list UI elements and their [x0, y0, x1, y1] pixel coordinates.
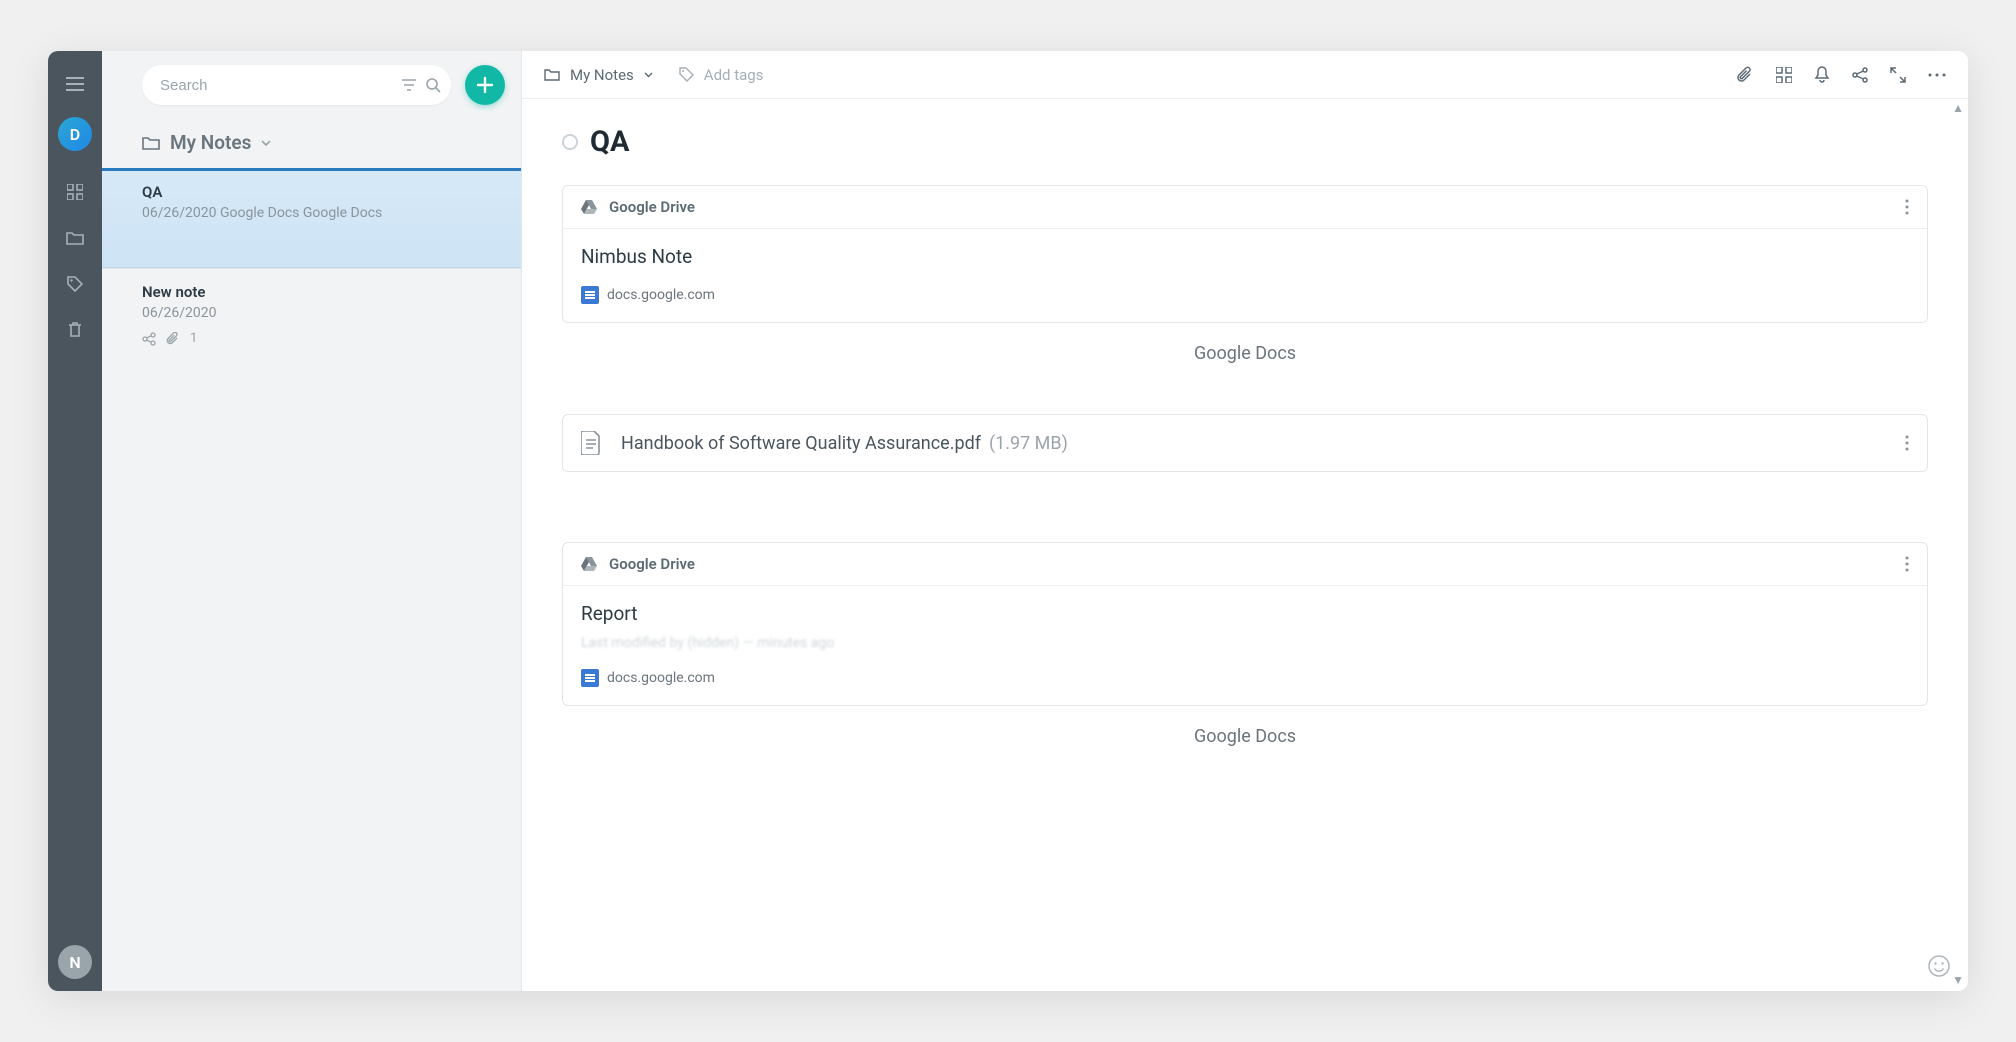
- emoji-picker-icon[interactable]: [1928, 955, 1950, 977]
- more-icon[interactable]: [1928, 73, 1946, 77]
- card-body[interactable]: Nimbus Note docs.google.com: [563, 229, 1927, 322]
- attachment-size: (1.97 MB): [989, 433, 1068, 454]
- new-note-button[interactable]: [465, 65, 505, 105]
- google-drive-icon: [581, 200, 597, 214]
- search-actions: [401, 77, 441, 93]
- grid-icon[interactable]: [58, 175, 92, 209]
- left-rail: D N: [48, 51, 102, 991]
- doc-meta-blurred: Last modified by (hidden) — minutes ago: [581, 635, 1909, 651]
- scroll-down-arrow[interactable]: ▼: [1952, 973, 1964, 987]
- note-item-newnote[interactable]: New note 06/26/2020 1: [102, 268, 521, 360]
- add-tags-label: Add tags: [704, 66, 764, 84]
- attachment-count: 1: [190, 331, 197, 346]
- note-date: 06/26/2020: [142, 305, 217, 321]
- panel-folder-header[interactable]: My Notes: [102, 119, 521, 168]
- card-source-label: Google Drive: [609, 555, 695, 573]
- embed-caption-2: Google Docs: [562, 726, 1928, 747]
- attachment-more-icon[interactable]: [1905, 435, 1909, 451]
- note-meta: 06/26/2020 Google Docs Google Docs: [142, 205, 505, 221]
- card-more-icon[interactable]: [1905, 199, 1909, 215]
- card-source-label: Google Drive: [609, 198, 695, 216]
- doc-host: docs.google.com: [607, 287, 715, 303]
- note-preview: Google Docs Google Docs: [220, 205, 382, 221]
- toolbar-actions: [1736, 66, 1946, 84]
- add-tags[interactable]: Add tags: [679, 66, 764, 84]
- embed-card-drive-2: Google Drive Report Last modified by (hi…: [562, 542, 1928, 706]
- folder-icon[interactable]: [58, 221, 92, 255]
- panel-top: [102, 51, 521, 119]
- chevron-down-icon: [644, 72, 653, 78]
- note-meta: 06/26/2020: [142, 305, 505, 321]
- folder-label: My Notes: [170, 131, 251, 154]
- google-docs-icon: [581, 286, 599, 304]
- tag-icon: [679, 67, 694, 82]
- note-toolbar: My Notes Add tags: [522, 51, 1968, 99]
- doc-title: Report: [581, 602, 1909, 625]
- attachment-name: Handbook of Software Quality Assurance.p…: [621, 433, 981, 454]
- user-avatar[interactable]: D: [58, 117, 92, 151]
- search-wrap: [142, 65, 451, 105]
- tag-icon[interactable]: [58, 267, 92, 301]
- search-icon[interactable]: [425, 77, 441, 93]
- status-dot[interactable]: [562, 134, 578, 150]
- doc-title: Nimbus Note: [581, 245, 1909, 268]
- card-body[interactable]: Report Last modified by (hidden) — minut…: [563, 586, 1927, 705]
- share-icon: [142, 332, 156, 346]
- google-drive-icon: [581, 557, 597, 571]
- filter-icon[interactable]: [401, 77, 417, 93]
- folder-icon: [544, 68, 560, 81]
- note-item-qa[interactable]: QA 06/26/2020 Google Docs Google Docs: [102, 168, 521, 268]
- bell-icon[interactable]: [1814, 66, 1830, 84]
- embed-card-drive-1: Google Drive Nimbus Note docs.google.com: [562, 185, 1928, 323]
- doc-link[interactable]: docs.google.com: [581, 669, 1909, 687]
- workspace-avatar[interactable]: N: [58, 945, 92, 979]
- note-title: QA: [142, 183, 505, 201]
- note-badges: 1: [142, 331, 505, 346]
- note-date: 06/26/2020: [142, 205, 217, 221]
- google-docs-icon: [581, 669, 599, 687]
- attachment-icon: [166, 332, 180, 346]
- note-title-row: QA: [562, 125, 1928, 159]
- attachment-icon[interactable]: [1736, 66, 1754, 84]
- file-icon: [581, 431, 601, 455]
- trash-icon[interactable]: [58, 313, 92, 347]
- app-shell: D N: [48, 51, 1968, 991]
- folder-icon: [142, 136, 160, 150]
- breadcrumb[interactable]: My Notes: [544, 66, 653, 84]
- hamburger-icon[interactable]: [58, 67, 92, 101]
- chevron-down-icon: [261, 140, 271, 146]
- card-head: Google Drive: [563, 543, 1927, 586]
- card-head: Google Drive: [563, 186, 1927, 229]
- content-area: My Notes Add tags: [522, 51, 1968, 991]
- doc-link[interactable]: docs.google.com: [581, 286, 1909, 304]
- notes-panel: My Notes QA 06/26/2020 Google Docs Googl…: [102, 51, 522, 991]
- card-more-icon[interactable]: [1905, 556, 1909, 572]
- attachment-row[interactable]: Handbook of Software Quality Assurance.p…: [562, 414, 1928, 472]
- breadcrumb-label: My Notes: [570, 66, 634, 84]
- note-title-text[interactable]: QA: [590, 125, 629, 159]
- expand-icon[interactable]: [1890, 67, 1906, 83]
- embed-caption-1: Google Docs: [562, 343, 1928, 364]
- note-title: New note: [142, 283, 505, 301]
- scroll-area[interactable]: QA Google Drive Nimbus Note: [522, 99, 1968, 991]
- doc-host: docs.google.com: [607, 670, 715, 686]
- apps-icon[interactable]: [1776, 67, 1792, 83]
- share-icon[interactable]: [1852, 67, 1868, 83]
- note-list: QA 06/26/2020 Google Docs Google Docs Ne…: [102, 168, 521, 991]
